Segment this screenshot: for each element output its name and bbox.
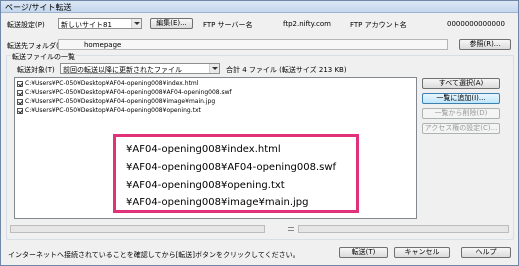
add-to-list-button[interactable]: 一覧に追加(I)... (422, 93, 500, 104)
chevron-down-icon (209, 64, 219, 73)
file-path: C:¥Users¥PC-050¥Desktop¥AF04-opening008¥… (25, 107, 201, 114)
transfer-target-select[interactable]: 前回の転送以降に更新されたファイル (60, 63, 220, 74)
transfer-button[interactable]: 転送(T) (339, 247, 388, 258)
dest-folder-field[interactable]: homepage (58, 39, 448, 50)
transfer-setting-value: 新しいサイト81 (61, 21, 112, 29)
file-checkbox[interactable] (17, 99, 23, 105)
file-checkbox[interactable] (17, 81, 23, 87)
chevron-down-icon (131, 19, 141, 28)
file-checkbox[interactable] (17, 108, 23, 114)
callout-line: ¥AF04-opening008¥image¥main.jpg (126, 197, 309, 208)
file-list-title: 転送ファイルの一覧 (11, 52, 76, 62)
callout-line: ¥AF04-opening008¥opening.txt (126, 180, 285, 191)
callout-line: ¥AF04-opening008¥index.html (126, 144, 281, 155)
cancel-button[interactable]: キャンセル (394, 247, 450, 258)
file-path-callout: ¥AF04-opening008¥index.html ¥AF04-openin… (113, 134, 359, 213)
transfer-target-label: 転送対象(T) (17, 66, 55, 74)
callout-line: ¥AF04-opening008¥AF04-opening008.swf (126, 162, 337, 173)
transfer-setting-select[interactable]: 新しいサイト81 (58, 18, 142, 29)
transfer-target-value: 前回の転送以降に更新されたファイル (63, 66, 182, 74)
transfer-dialog: ページ/サイト転送 転送設定(P) 新しいサイト81 編集(E)... FTP … (0, 0, 519, 266)
transfer-setting-label: 転送設定(P) (7, 21, 45, 29)
remove-from-list-button[interactable]: 一覧から削除(D) (422, 108, 500, 119)
help-button[interactable]: ヘルプ (461, 247, 511, 258)
file-path: C:¥Users¥PC-050¥Desktop¥AF04-opening008¥… (25, 98, 216, 105)
edit-button[interactable]: 編集(E)... (150, 18, 193, 29)
dest-folder-value: homepage (84, 41, 122, 49)
list-lines-icon (287, 225, 295, 233)
ftp-server-label: FTP サーバー名 (203, 21, 253, 29)
footer-message: インターネットへ接続されていることを確認してから[転送]ボタンをクリックしてくだ… (8, 251, 300, 259)
browse-button[interactable]: 参照(R)... (459, 39, 511, 50)
title-bar: ページ/サイト転送 (1, 1, 518, 13)
select-all-button[interactable]: すべて選択(A) (422, 78, 500, 89)
ftp-server-value: ftp2.nifty.com (283, 20, 331, 28)
access-rights-button[interactable]: アクセス権の設定(C)... (422, 123, 500, 134)
ftp-account-label: FTP アカウント名 (350, 21, 407, 29)
progress-bar-left (10, 225, 265, 233)
window-title: ページ/サイト転送 (5, 3, 72, 12)
transfer-summary: 合計 4 ファイル (転送サイズ 213 KB) (226, 66, 347, 74)
file-path: C:¥Users¥PC-050¥Desktop¥AF04-opening008¥… (25, 80, 199, 87)
file-path: C:¥Users¥PC-050¥Desktop¥AF04-opening008¥… (25, 89, 232, 96)
file-checkbox[interactable] (17, 90, 23, 96)
progress-bar-right (298, 225, 509, 233)
ftp-account-value: 0000000000000 (447, 20, 505, 28)
